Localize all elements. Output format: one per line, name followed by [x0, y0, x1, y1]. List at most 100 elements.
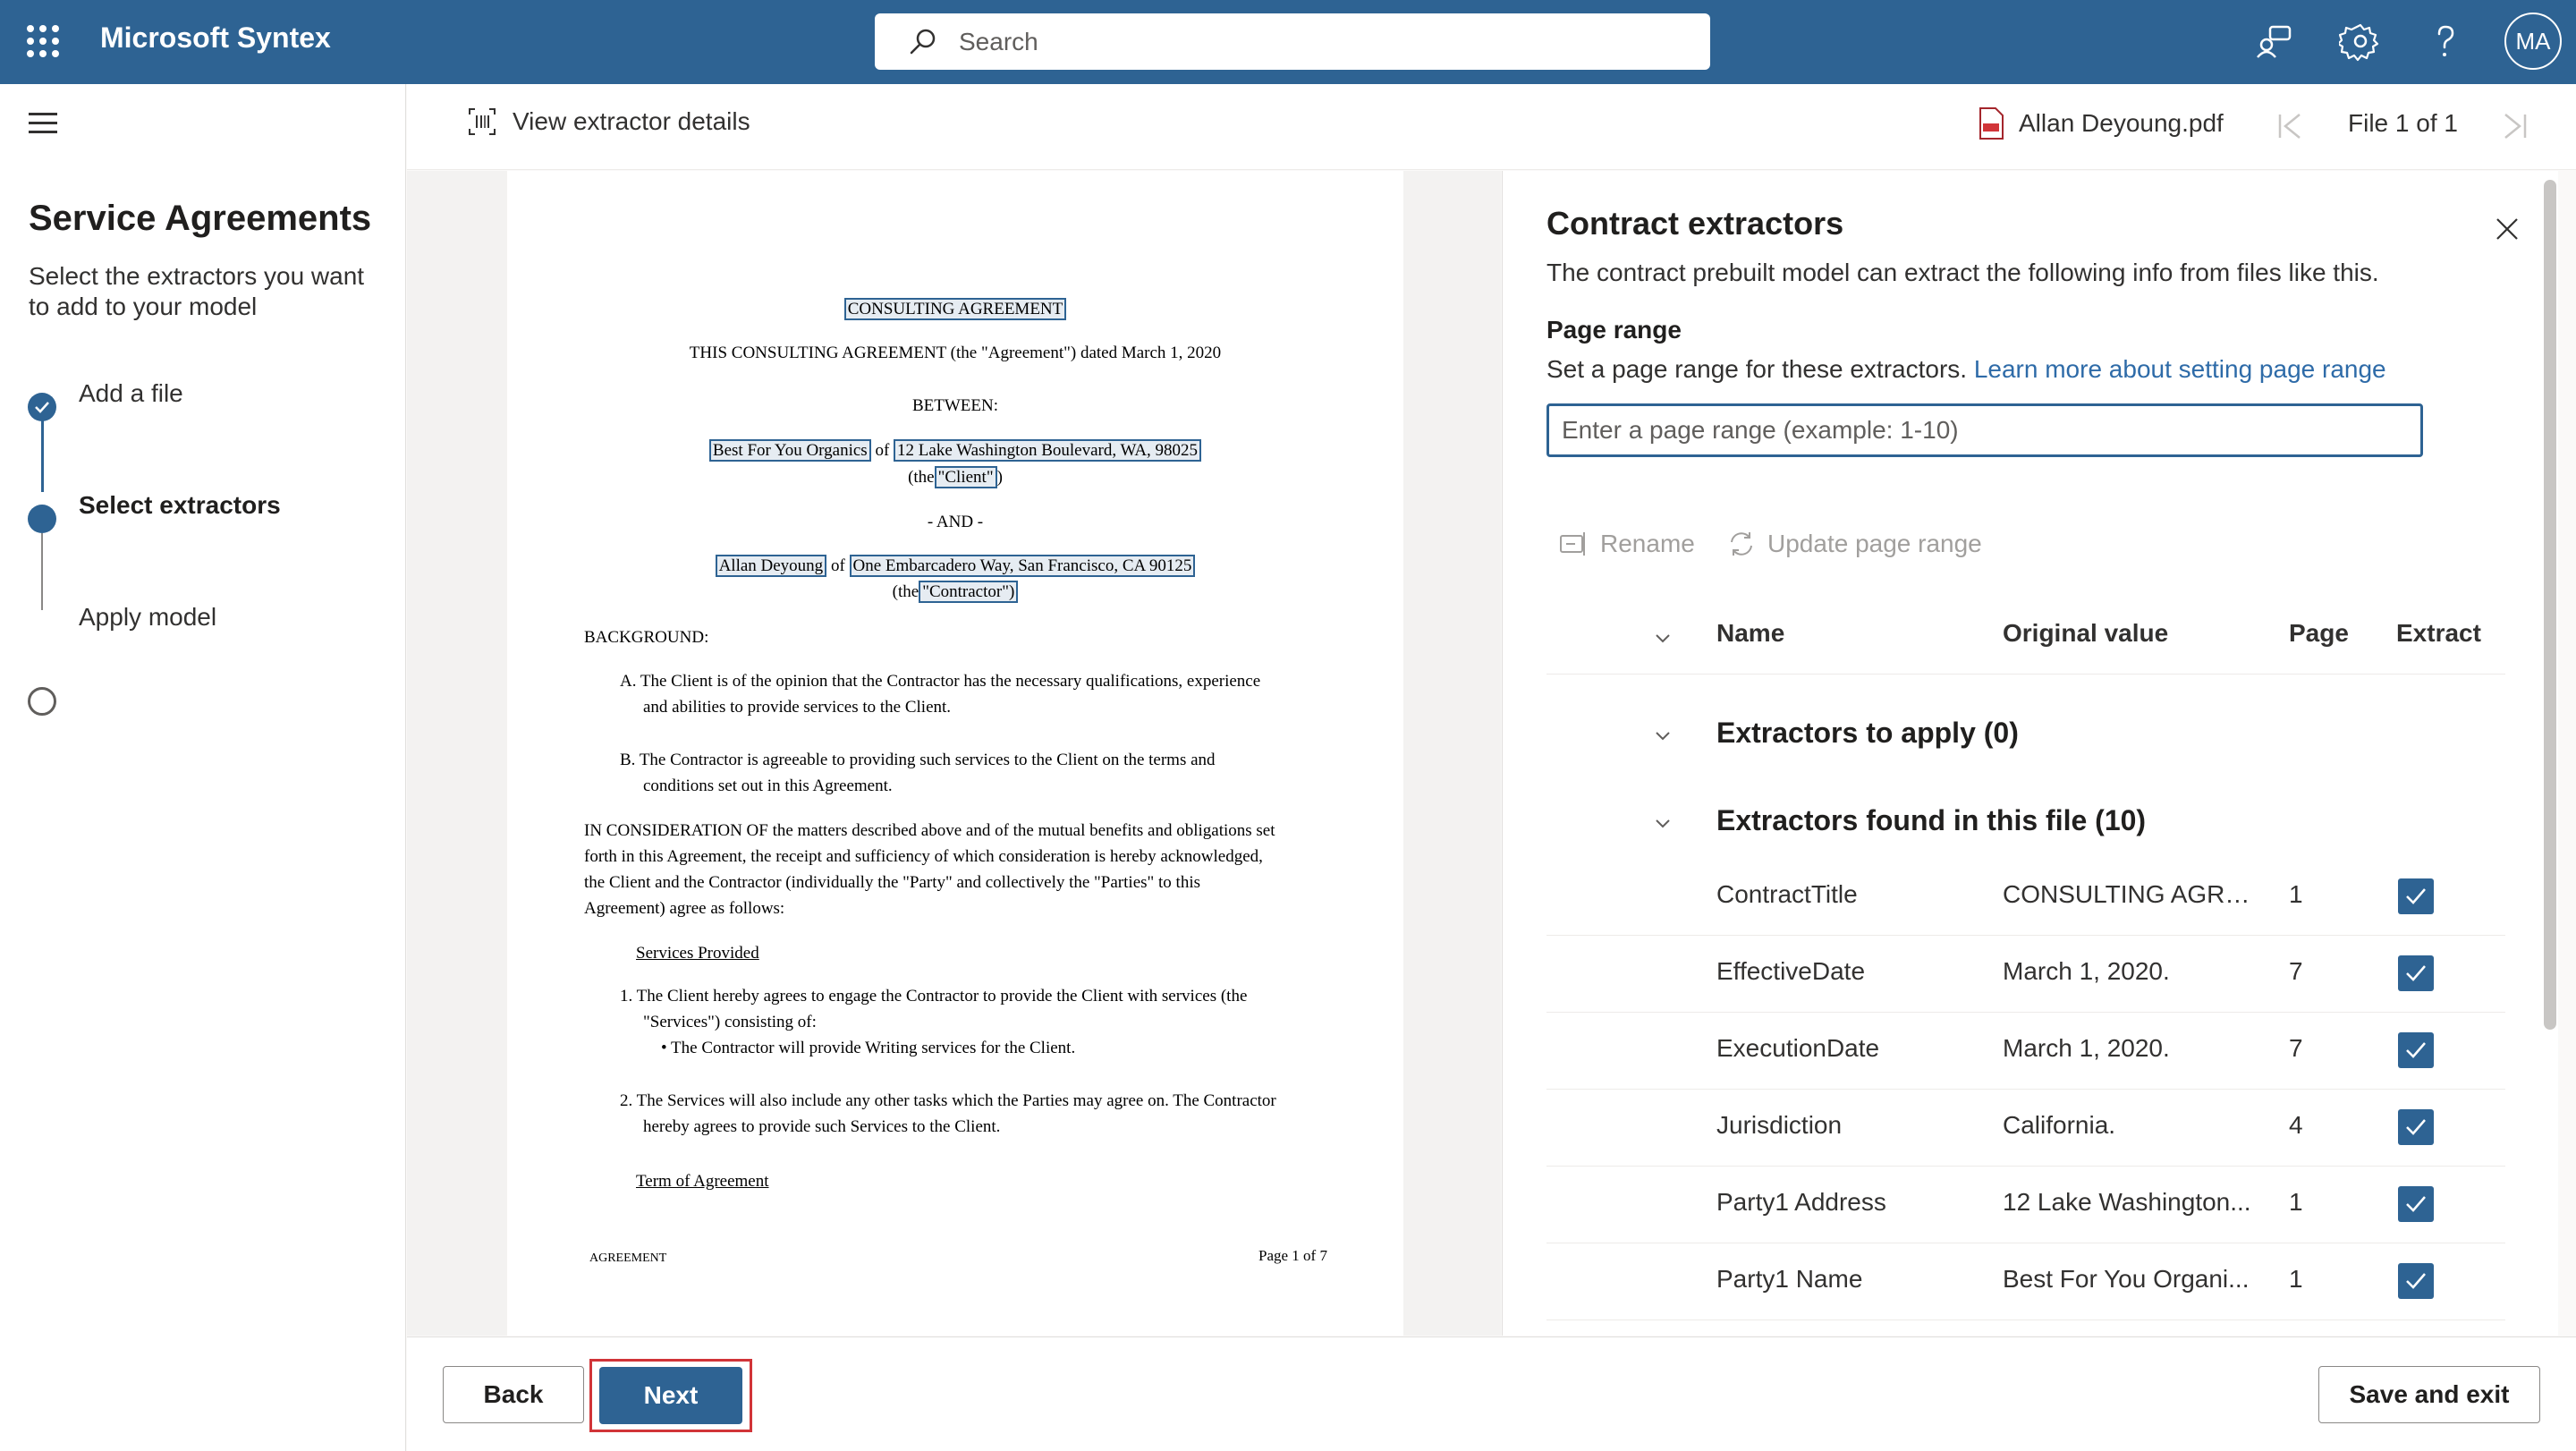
sub-header: View extractor details Allan Deyoung.pdf… — [407, 84, 2576, 170]
help-icon[interactable] — [2424, 20, 2467, 63]
checkmark-icon — [2406, 1119, 2426, 1135]
extractor-original-value: CONSULTING AGRE... — [2003, 880, 2253, 908]
search-placeholder: Search — [959, 28, 1038, 55]
step-add-file[interactable]: Add a file — [79, 379, 183, 408]
doc-line: conditions set out in this Agreement. — [643, 776, 893, 795]
column-name[interactable]: Name — [1716, 619, 1784, 648]
extractor-page: 1 — [2289, 1265, 2303, 1293]
doc-subheading: Term of Agreement — [636, 1172, 769, 1191]
table-row[interactable]: Jurisdiction California. 4 — [1546, 1090, 2505, 1167]
update-page-range-button[interactable]: Update page range — [1726, 529, 1982, 559]
panel-scrollbar[interactable] — [2544, 180, 2556, 1030]
doc-footer-right: Page 1 of 7 — [1258, 1247, 1327, 1264]
doc-line: forth in this Agreement, the receipt and… — [584, 847, 1263, 866]
step-complete-icon — [28, 393, 56, 421]
doc-text: of — [875, 441, 890, 460]
view-extractor-details-button[interactable]: View extractor details — [468, 107, 750, 136]
page-range-input[interactable] — [1546, 403, 2423, 457]
save-and-exit-button[interactable]: Save and exit — [2318, 1366, 2540, 1423]
party2-name-highlight[interactable]: Allan Deyoung — [715, 555, 827, 577]
doc-title-highlight[interactable]: CONSULTING AGREEMENT — [843, 298, 1067, 320]
extractor-page: 7 — [2289, 1034, 2303, 1062]
doc-text: (the — [908, 468, 935, 487]
doc-line: IN CONSIDERATION OF the matters describe… — [584, 821, 1275, 840]
rename-label: Rename — [1600, 530, 1695, 557]
top-bar: Microsoft Syntex Search MA — [0, 0, 2576, 84]
user-avatar[interactable]: MA — [2504, 13, 2562, 70]
chevron-down-icon[interactable] — [1654, 630, 1672, 648]
party1-address-highlight[interactable]: 12 Lake Washington Boulevard, WA, 98025 — [894, 439, 1202, 462]
close-icon[interactable] — [2496, 217, 2519, 241]
group-extractors-found[interactable]: Extractors found in this file (10) — [1716, 804, 2146, 837]
column-extract[interactable]: Extract — [2396, 619, 2481, 648]
file-name: Allan Deyoung.pdf — [2019, 109, 2224, 137]
extract-checkbox[interactable] — [2398, 955, 2434, 991]
doc-footer-left: AGREEMENT — [589, 1252, 667, 1265]
file-counter: File 1 of 1 — [2348, 109, 2458, 137]
contractor-label-highlight[interactable]: "Contractor") — [919, 581, 1019, 603]
learn-more-link[interactable]: Learn more about setting page range — [1974, 355, 2386, 383]
page-title: Service Agreements — [29, 199, 372, 238]
extractor-page: 1 — [2289, 1188, 2303, 1216]
table-row[interactable]: EffectiveDate March 1, 2020. 7 — [1546, 936, 2505, 1013]
group-extractors-to-apply[interactable]: Extractors to apply (0) — [1716, 717, 2019, 750]
current-file: Allan Deyoung.pdf — [1978, 107, 2224, 140]
extract-checkbox[interactable] — [2398, 1032, 2434, 1068]
feedback-icon[interactable] — [2254, 20, 2297, 63]
table-row[interactable]: Party1 Name Best For You Organi... 1 — [1546, 1243, 2505, 1320]
extractor-name: ExecutionDate — [1716, 1034, 1880, 1062]
back-button[interactable]: Back — [443, 1366, 584, 1423]
hamburger-menu-icon[interactable] — [29, 113, 57, 134]
document-viewer[interactable]: CONSULTING AGREEMENT THIS CONSULTING AGR… — [407, 171, 1501, 1336]
extractor-name: Jurisdiction — [1716, 1111, 1843, 1139]
extractor-page: 7 — [2289, 957, 2303, 985]
column-page[interactable]: Page — [2289, 619, 2349, 648]
doc-line: 2. The Services will also include any ot… — [620, 1091, 1276, 1110]
pdf-file-icon — [1979, 107, 2004, 140]
extract-checkbox[interactable] — [2398, 1109, 2434, 1145]
left-panel: Service Agreements Select the extractors… — [0, 84, 406, 1451]
first-file-icon[interactable] — [2275, 111, 2305, 141]
table-row[interactable]: Party1 Address 12 Lake Washington... 1 — [1546, 1167, 2505, 1243]
party2-address-highlight[interactable]: One Embarcadero Way, San Francisco, CA 9… — [849, 555, 1196, 577]
checkmark-icon — [2406, 1273, 2426, 1289]
extractor-original-value: March 1, 2020. — [2003, 1034, 2170, 1062]
footer-bar: Back Next Save and exit — [407, 1336, 2576, 1451]
search-box[interactable]: Search — [875, 13, 1710, 70]
doc-line: hereby agrees to provide such Services t… — [643, 1117, 1001, 1136]
refresh-icon — [1731, 532, 1752, 556]
contract-extractors-panel: Contract extractors The contract prebuil… — [1502, 171, 2558, 1336]
extract-checkbox[interactable] — [2398, 1186, 2434, 1222]
step-select-extractors[interactable]: Select extractors — [79, 491, 281, 520]
extractor-name: Party1 Address — [1716, 1188, 1886, 1216]
step-pending-icon — [28, 687, 56, 716]
extract-checkbox[interactable] — [2398, 1263, 2434, 1299]
rename-button[interactable]: Rename — [1559, 529, 1695, 559]
client-label-highlight[interactable]: "Client" — [934, 466, 997, 488]
chevron-down-icon[interactable] — [1654, 815, 1672, 833]
panel-title: Contract extractors — [1546, 205, 1844, 242]
checkmark-icon — [2406, 965, 2426, 981]
party1-name-highlight[interactable]: Best For You Organics — [708, 439, 871, 462]
search-icon — [910, 29, 936, 55]
step-apply-model[interactable]: Apply model — [79, 603, 216, 632]
app-launcher-icon[interactable] — [27, 25, 59, 57]
page-subtitle: Select the extractors you want to add to… — [29, 262, 365, 320]
checkmark-icon — [2406, 1042, 2426, 1058]
settings-gear-icon[interactable] — [2339, 20, 2382, 63]
extractor-name: Party1 Name — [1716, 1265, 1863, 1293]
extractor-original-value: 12 Lake Washington... — [2003, 1188, 2251, 1216]
extractor-name: EffectiveDate — [1716, 957, 1866, 985]
extract-checkbox[interactable] — [2398, 878, 2434, 914]
app-name[interactable]: Microsoft Syntex — [100, 21, 331, 55]
extractor-original-value: California. — [2003, 1111, 2116, 1139]
rename-icon — [1560, 532, 1585, 556]
table-row[interactable]: ContractTitle CONSULTING AGRE... 1 — [1546, 859, 2505, 936]
last-file-icon[interactable] — [2500, 111, 2530, 141]
doc-subheading: Services Provided — [636, 944, 759, 963]
table-row[interactable]: ExecutionDate March 1, 2020. 7 — [1546, 1013, 2505, 1090]
chevron-down-icon[interactable] — [1654, 727, 1672, 745]
document-page: CONSULTING AGREEMENT THIS CONSULTING AGR… — [507, 171, 1403, 1336]
next-button[interactable]: Next — [599, 1367, 742, 1424]
column-original-value[interactable]: Original value — [2003, 619, 2168, 648]
